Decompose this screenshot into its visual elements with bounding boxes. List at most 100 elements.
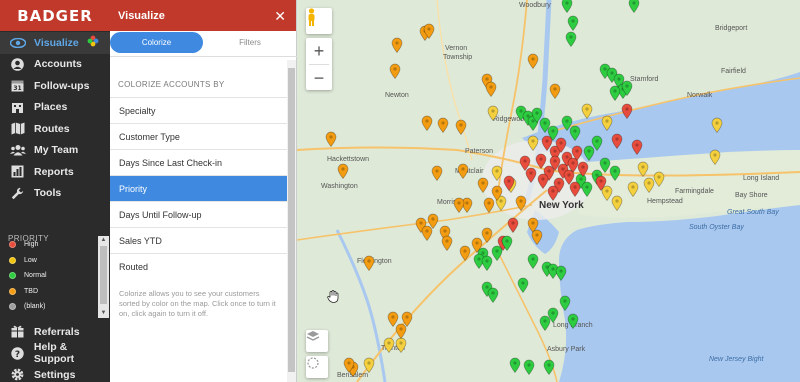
scroll-down-arrow-icon[interactable]: ▼ <box>100 310 107 317</box>
account-pin-orange[interactable] <box>389 63 401 79</box>
account-pin-green[interactable] <box>517 277 529 293</box>
account-pin-green[interactable] <box>487 287 499 303</box>
account-pin-green[interactable] <box>481 255 493 271</box>
account-pin-orange[interactable] <box>549 83 561 99</box>
nav-item-settings[interactable]: Settings <box>0 364 110 382</box>
account-pin-red[interactable] <box>595 175 607 191</box>
panel-scrollbar[interactable] <box>287 60 296 382</box>
account-pin-yellow[interactable] <box>491 165 503 181</box>
account-pin-orange[interactable] <box>459 245 471 261</box>
close-icon[interactable]: ✕ <box>274 9 286 23</box>
account-pin-orange[interactable] <box>527 53 539 69</box>
draw-shape-icon[interactable] <box>306 356 328 378</box>
account-pin-green[interactable] <box>609 85 621 101</box>
account-pin-green[interactable] <box>559 295 571 311</box>
account-pin-orange[interactable] <box>431 165 443 181</box>
scroll-up-arrow-icon[interactable]: ▲ <box>100 237 107 244</box>
nav-item-my-team[interactable]: My Team <box>0 140 110 162</box>
account-pin-orange[interactable] <box>515 195 527 211</box>
option-routed[interactable]: Routed <box>110 253 287 279</box>
account-pin-green[interactable] <box>628 0 640 13</box>
account-pin-orange[interactable] <box>337 163 349 179</box>
account-pin-red[interactable] <box>577 161 589 177</box>
account-pin-green[interactable] <box>539 315 551 331</box>
account-pin-yellow[interactable] <box>581 103 593 119</box>
account-pin-red[interactable] <box>631 139 643 155</box>
account-pin-red[interactable] <box>569 181 581 197</box>
account-pin-yellow[interactable] <box>709 149 721 165</box>
account-pin-yellow[interactable] <box>363 357 375 373</box>
legend-scrollbar[interactable]: ▲ ▼ <box>98 236 109 318</box>
account-pin-yellow[interactable] <box>711 117 723 133</box>
account-pin-yellow[interactable] <box>395 337 407 353</box>
account-pin-orange[interactable] <box>423 23 435 39</box>
account-pin-orange[interactable] <box>421 115 433 131</box>
option-priority[interactable]: Priority <box>110 175 287 201</box>
account-pin-yellow[interactable] <box>627 181 639 197</box>
account-pin-red[interactable] <box>507 217 519 233</box>
zoom-out-button[interactable]: − <box>306 65 332 91</box>
account-pin-yellow[interactable] <box>653 171 665 187</box>
account-pin-green[interactable] <box>621 80 633 96</box>
account-pin-orange[interactable] <box>477 177 489 193</box>
account-pin-green[interactable] <box>583 145 595 161</box>
nav-item-places[interactable]: Places <box>0 97 110 119</box>
account-pin-orange[interactable] <box>485 81 497 97</box>
account-pin-green[interactable] <box>609 165 621 181</box>
account-pin-yellow[interactable] <box>637 161 649 177</box>
nav-item-visualize[interactable]: Visualize <box>0 32 110 54</box>
account-pin-green[interactable] <box>523 359 535 375</box>
account-pin-orange[interactable] <box>531 229 543 245</box>
account-pin-red[interactable] <box>571 145 583 161</box>
nav-item-follow-ups[interactable]: 31 Follow-ups <box>0 75 110 97</box>
account-pin-green[interactable] <box>527 253 539 269</box>
option-days-until-follow-up[interactable]: Days Until Follow-up <box>110 201 287 227</box>
account-pin-orange[interactable] <box>457 163 469 179</box>
tab-filters[interactable]: Filters <box>203 32 297 53</box>
account-pin-green[interactable] <box>555 265 567 281</box>
account-pin-orange[interactable] <box>343 357 355 373</box>
account-pin-green[interactable] <box>569 125 581 141</box>
account-pin-orange[interactable] <box>481 227 493 243</box>
account-pin-orange[interactable] <box>453 197 465 213</box>
account-pin-orange[interactable] <box>363 255 375 271</box>
account-pin-orange[interactable] <box>455 119 467 135</box>
account-pin-yellow[interactable] <box>611 195 623 211</box>
tab-colorize[interactable]: Colorize <box>110 32 203 53</box>
account-pin-red[interactable] <box>621 103 633 119</box>
account-pin-green[interactable] <box>565 31 577 47</box>
option-sales-ytd[interactable]: Sales YTD <box>110 227 287 253</box>
account-pin-red[interactable] <box>519 155 531 171</box>
account-pin-green[interactable] <box>567 313 579 329</box>
nav-item-tools[interactable]: Tools <box>0 183 110 205</box>
street-view-pegman-icon[interactable] <box>306 8 332 34</box>
option-specialty[interactable]: Specialty <box>110 97 287 123</box>
brand-logo[interactable]: BADGER <box>0 0 110 31</box>
account-pin-green[interactable] <box>543 359 555 375</box>
scrollbar-thumb[interactable] <box>100 246 107 304</box>
account-pin-yellow[interactable] <box>383 337 395 353</box>
map-canvas[interactable]: Woodbury Vernon Township Newton Hackettstown… <box>297 0 800 382</box>
nav-item-accounts[interactable]: Accounts <box>0 54 110 76</box>
scrollbar-thumb[interactable] <box>288 68 295 372</box>
account-pin-orange[interactable] <box>325 131 337 147</box>
account-pin-yellow[interactable] <box>527 135 539 151</box>
option-customer-type[interactable]: Customer Type <box>110 123 287 149</box>
account-pin-green[interactable] <box>561 0 573 13</box>
account-pin-yellow[interactable] <box>601 115 613 131</box>
nav-item-routes[interactable]: Routes <box>0 118 110 140</box>
account-pin-green[interactable] <box>567 15 579 31</box>
account-pin-orange[interactable] <box>391 37 403 53</box>
layers-icon[interactable] <box>306 330 328 352</box>
account-pin-red[interactable] <box>503 175 515 191</box>
account-pin-green[interactable] <box>581 181 593 197</box>
nav-item-help[interactable]: ? Help & Support <box>0 341 110 365</box>
option-days-since-check-in[interactable]: Days Since Last Check-in <box>110 149 287 175</box>
nav-item-referrals[interactable]: Referrals <box>0 321 110 343</box>
account-pin-red[interactable] <box>611 133 623 149</box>
account-pin-orange[interactable] <box>441 235 453 251</box>
account-pin-orange[interactable] <box>421 225 433 241</box>
nav-item-reports[interactable]: Reports <box>0 161 110 183</box>
account-pin-orange[interactable] <box>395 323 407 339</box>
zoom-in-button[interactable]: + <box>306 38 332 64</box>
